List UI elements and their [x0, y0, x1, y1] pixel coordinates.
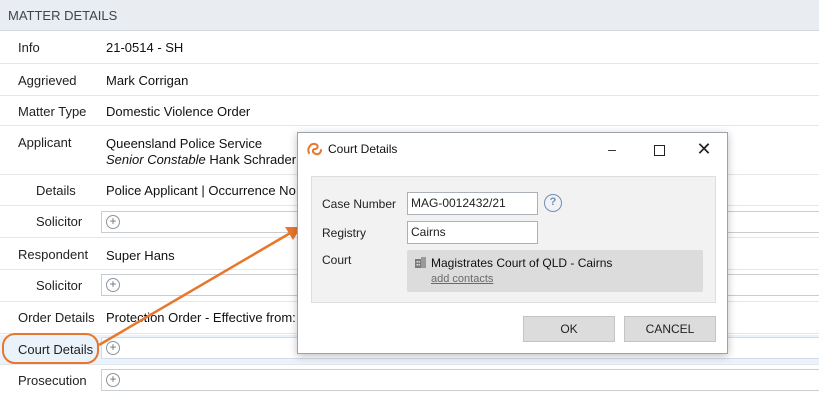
officer-name: Hank Schrader: [209, 152, 297, 167]
maximize-button[interactable]: [644, 138, 674, 160]
court-name: Magistrates Court of QLD - Cairns: [431, 256, 613, 270]
aggrieved-value: Mark Corrigan: [106, 73, 189, 88]
court-label: Court: [322, 253, 352, 267]
matter-type-label: Matter Type: [18, 104, 87, 119]
info-row: Info 21-0514 - SH: [0, 32, 819, 64]
officer-role: Senior Constable: [106, 152, 206, 167]
registry-label: Registry: [322, 226, 367, 240]
solicitor-label: Solicitor: [36, 214, 83, 229]
minimize-button[interactable]: –: [597, 138, 627, 160]
registry-input[interactable]: Cairns: [407, 221, 538, 244]
section-title: MATTER DETAILS: [8, 8, 118, 23]
info-label: Info: [18, 40, 40, 55]
matter-type-value: Domestic Violence Order: [106, 104, 251, 119]
app-logo-icon: [307, 142, 322, 156]
prosecution-field[interactable]: +: [101, 369, 819, 391]
order-details-value: Protection Order - Effective from:: [106, 310, 296, 325]
respondent-label: Respondent: [18, 247, 89, 262]
close-button[interactable]: ✕: [689, 138, 719, 160]
court-selection: Magistrates Court of QLD - Cairns add co…: [407, 250, 703, 292]
add-icon[interactable]: +: [106, 341, 120, 355]
add-icon[interactable]: +: [106, 215, 120, 229]
dialog-titlebar[interactable]: Court Details – ✕: [298, 133, 727, 165]
applicant-label: Applicant: [18, 135, 72, 150]
info-value: 21-0514 - SH: [106, 40, 184, 55]
order-details-label: Order Details: [18, 310, 95, 325]
solicitor-label: Solicitor: [36, 278, 83, 293]
matter-type-row: Matter Type Domestic Violence Order: [0, 96, 819, 126]
case-number-label: Case Number: [322, 197, 397, 211]
respondent-value: Super Hans: [106, 248, 175, 263]
building-icon: [415, 257, 426, 268]
prosecution-label: Prosecution: [18, 373, 87, 388]
applicant-officer: Senior Constable Hank Schrader: [106, 152, 296, 167]
help-icon[interactable]: ?: [544, 194, 562, 212]
matter-details-header: MATTER DETAILS: [0, 0, 819, 31]
cancel-button[interactable]: CANCEL: [624, 316, 716, 342]
callout-highlight: [2, 333, 99, 364]
add-icon[interactable]: +: [106, 278, 120, 292]
add-icon[interactable]: +: [106, 373, 120, 387]
case-number-input[interactable]: MAG-0012432/21: [407, 192, 538, 215]
prosecution-row: Prosecution +: [0, 365, 819, 397]
aggrieved-label: Aggrieved: [18, 73, 77, 88]
add-contacts-link[interactable]: add contacts: [431, 273, 493, 285]
dialog-title: Court Details: [328, 142, 398, 156]
court-details-dialog: Court Details – ✕ Case Number MAG-001243…: [297, 132, 728, 354]
maximize-icon: [653, 144, 665, 156]
details-label: Details: [36, 183, 76, 198]
details-value: Police Applicant | Occurrence No:: [106, 183, 300, 198]
ok-button[interactable]: OK: [523, 316, 615, 342]
aggrieved-row: Aggrieved Mark Corrigan: [0, 64, 819, 96]
applicant-value: Queensland Police Service: [106, 136, 263, 151]
court-details-form: Case Number MAG-0012432/21 ? Registry Ca…: [311, 176, 716, 303]
